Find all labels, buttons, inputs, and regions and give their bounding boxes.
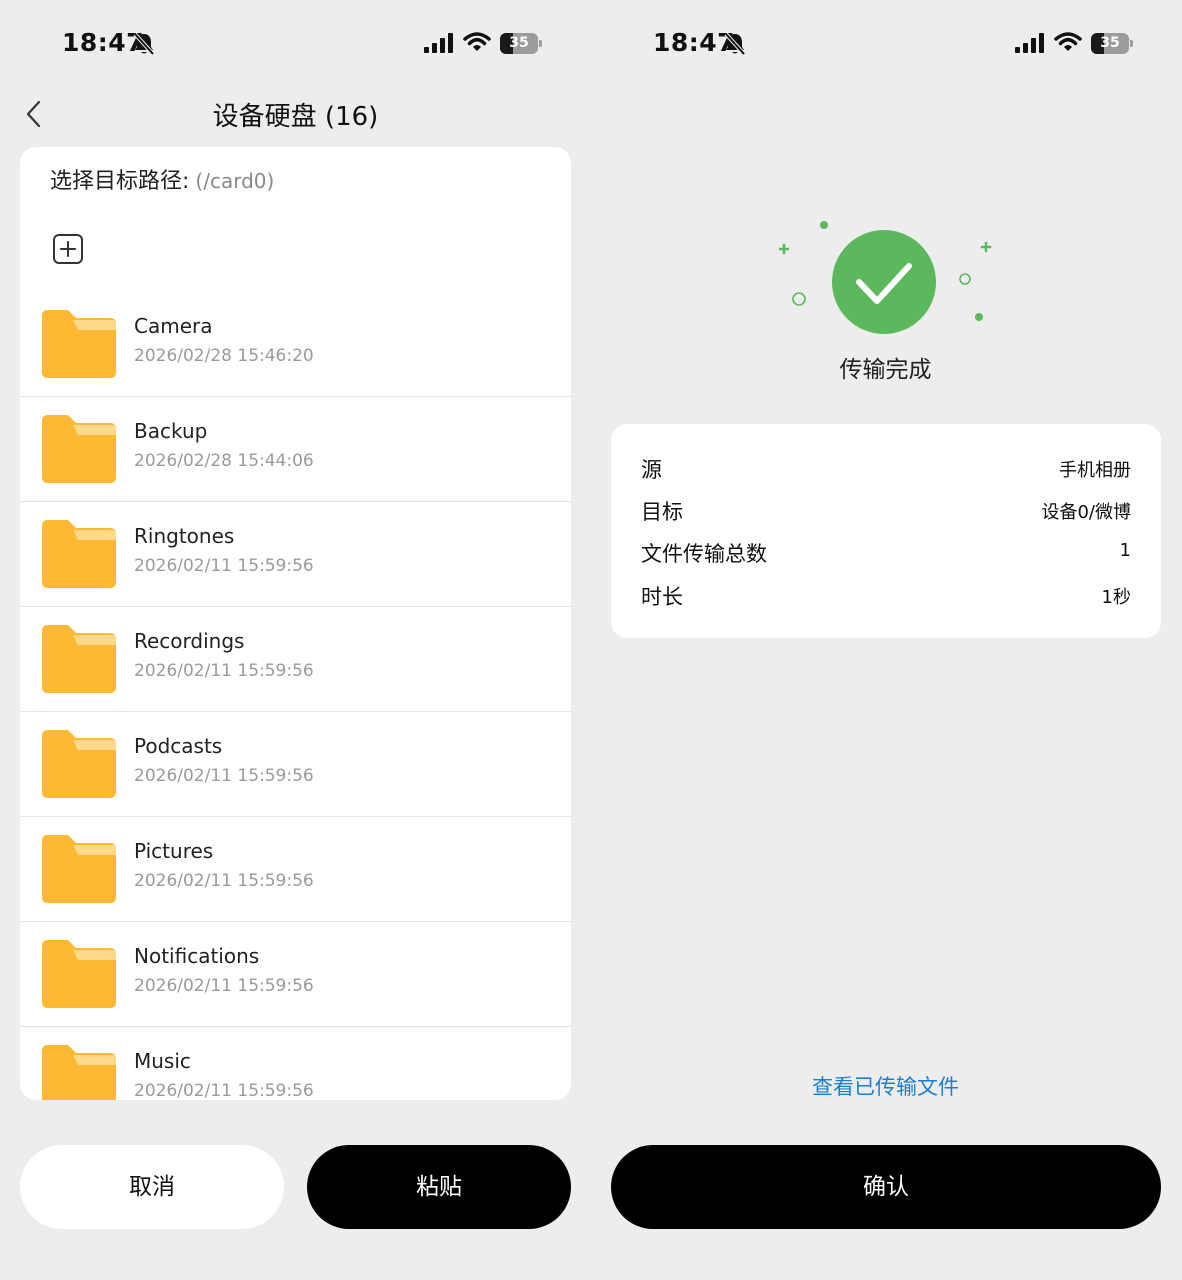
- folder-name: Recordings: [134, 629, 245, 653]
- battery-icon: 35: [1091, 33, 1133, 54]
- battery-nub: [539, 40, 542, 47]
- page-title: 设备硬盘 (16): [212, 102, 379, 132]
- folder-row[interactable]: Podcasts 2026/02/11 15:59:56: [20, 712, 571, 817]
- detail-row-duration: 时长 1秒: [641, 581, 1131, 613]
- folder-date: 2026/02/28 15:44:06: [134, 451, 314, 471]
- folder-name: Podcasts: [134, 734, 223, 758]
- battery-icon: 35: [500, 33, 542, 54]
- folder-icon: [40, 415, 116, 483]
- detail-row-total-files: 文件传输总数 1: [641, 538, 1131, 570]
- status-time: 18:47: [653, 28, 736, 57]
- detail-label: 文件传输总数: [641, 542, 767, 566]
- folder-date: 2026/02/11 15:59:56: [134, 661, 314, 681]
- folder-row[interactable]: Music 2026/02/11 15:59:56: [20, 1027, 571, 1100]
- folder-name: Backup: [134, 419, 208, 443]
- folder-icon: [40, 730, 116, 798]
- folder-icon: [40, 940, 116, 1008]
- folder-row[interactable]: Camera 2026/02/28 15:46:20: [20, 292, 571, 397]
- target-path-label: 选择目标路径:: [50, 169, 190, 194]
- battery-level-text: 35: [509, 35, 529, 51]
- battery-body: 35: [500, 33, 538, 54]
- detail-row-source: 源 手机相册: [641, 454, 1131, 486]
- folder-name: Pictures: [134, 839, 214, 863]
- target-path: 选择目标路径: (/card0): [50, 163, 274, 195]
- folder-name: Camera: [134, 314, 213, 338]
- folder-date: 2026/02/11 15:59:56: [134, 556, 314, 576]
- folder-row[interactable]: Pictures 2026/02/11 15:59:56: [20, 817, 571, 922]
- folder-icon: [40, 1045, 116, 1100]
- detail-value: 设备0/微博: [1041, 502, 1131, 523]
- folder-row[interactable]: Notifications 2026/02/11 15:59:56: [20, 922, 571, 1027]
- paste-button[interactable]: 粘贴: [307, 1145, 571, 1229]
- status-time: 18:47: [62, 28, 145, 57]
- add-folder-icon[interactable]: [52, 233, 84, 265]
- folder-date: 2026/02/11 15:59:56: [134, 766, 314, 786]
- folder-row[interactable]: Backup 2026/02/28 15:44:06: [20, 397, 571, 502]
- detail-label: 源: [641, 458, 662, 482]
- signal-icon: [424, 33, 453, 53]
- signal-icon: [1015, 33, 1044, 53]
- battery-level-text: 35: [1100, 35, 1120, 51]
- detail-label: 目标: [641, 500, 683, 524]
- view-transferred-files-link[interactable]: 查看已传输文件: [591, 1071, 1180, 1101]
- folder-picker-screen: 18:47 35 设备硬盘 (16) 选择目标路径: (/card0) Came…: [0, 0, 591, 1280]
- transfer-complete-screen: 18:47 35 传输完成 源 手机相册 目标 设备0/微博 文件传输总数 1 …: [591, 0, 1182, 1280]
- status-bar: 18:47 35: [591, 26, 1182, 66]
- detail-label: 时长: [641, 585, 683, 609]
- folder-icon: [40, 310, 116, 378]
- battery-body: 35: [1091, 33, 1129, 54]
- folder-date: 2026/02/28 15:46:20: [134, 346, 314, 366]
- detail-row-target: 目标 设备0/微博: [641, 496, 1131, 528]
- wifi-icon: [463, 32, 491, 51]
- folder-icon: [40, 520, 116, 588]
- folder-name: Music: [134, 1049, 191, 1073]
- check-circle-icon: [778, 221, 992, 334]
- folder-date: 2026/02/11 15:59:56: [134, 871, 314, 891]
- cancel-button[interactable]: 取消: [20, 1145, 284, 1229]
- folder-card: 选择目标路径: (/card0) Camera 2026/02/28 15:46:2…: [20, 147, 571, 1100]
- confirm-button[interactable]: 确认: [611, 1145, 1161, 1229]
- folder-row[interactable]: Recordings 2026/02/11 15:59:56: [20, 607, 571, 712]
- bell-off-icon: [724, 32, 746, 56]
- transfer-details-card: 源 手机相册 目标 设备0/微博 文件传输总数 1 时长 1秒: [611, 424, 1161, 638]
- folder-date: 2026/02/11 15:59:56: [134, 976, 314, 996]
- battery-nub: [1130, 40, 1133, 47]
- wifi-icon: [1054, 32, 1082, 51]
- status-bar: 18:47 35: [0, 26, 591, 66]
- success-title: 传输完成: [839, 357, 932, 383]
- folder-icon: [40, 835, 116, 903]
- detail-value: 1秒: [1101, 587, 1131, 608]
- detail-value: 手机相册: [1059, 460, 1131, 481]
- folder-list: Camera 2026/02/28 15:46:20 Backup 2026/02/2…: [20, 292, 571, 1100]
- bell-off-icon: [133, 32, 155, 56]
- folder-name: Ringtones: [134, 524, 235, 548]
- folder-date: 2026/02/11 15:59:56: [134, 1081, 314, 1100]
- target-path-value: (/card0): [195, 169, 275, 193]
- folder-name: Notifications: [134, 944, 260, 968]
- folder-row[interactable]: Ringtones 2026/02/11 15:59:56: [20, 502, 571, 607]
- detail-value: 1: [1119, 540, 1131, 561]
- folder-icon: [40, 625, 116, 693]
